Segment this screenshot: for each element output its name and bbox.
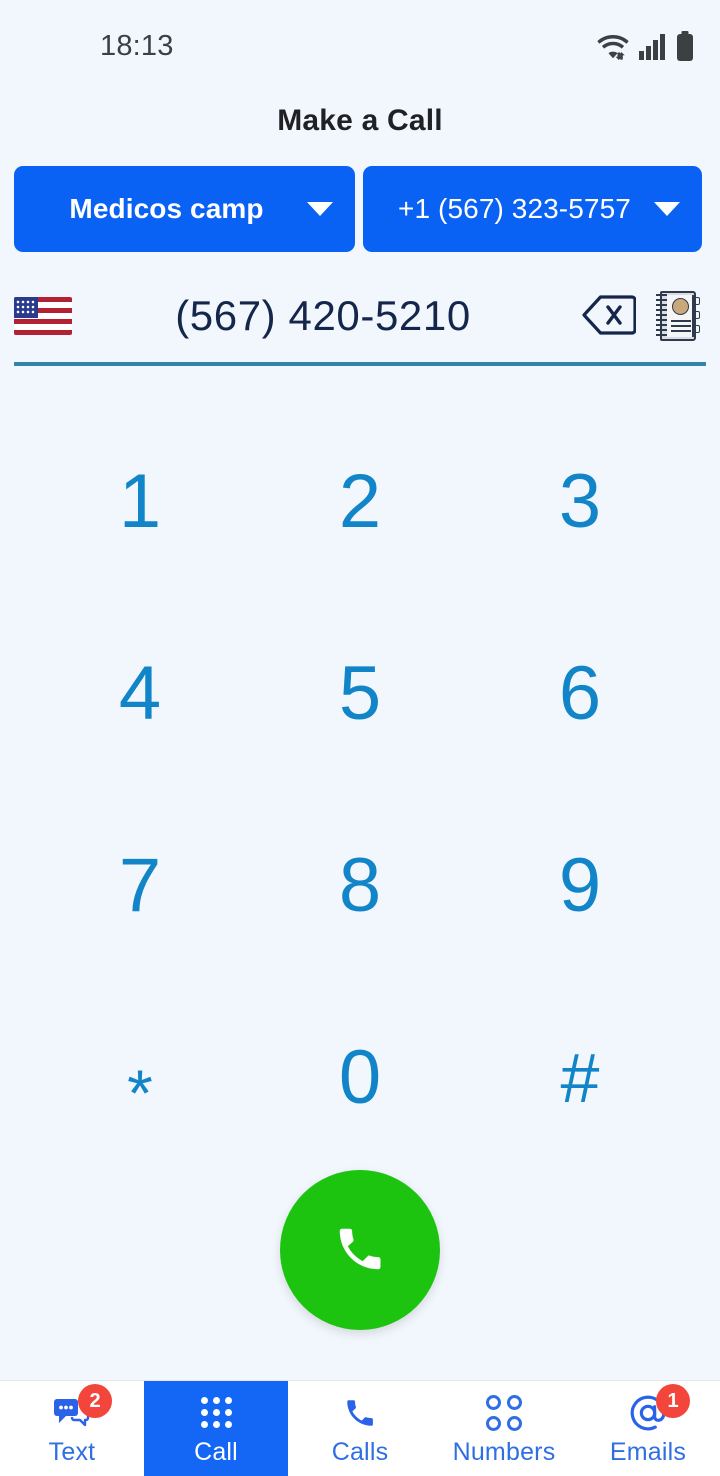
chevron-down-icon — [654, 202, 680, 216]
account-selector-label: Medicos camp — [69, 193, 264, 224]
backspace-icon — [582, 294, 637, 339]
wifi-icon — [596, 32, 630, 60]
keypad-key-4[interactable]: 4 — [30, 598, 250, 790]
page-title: Make a Call — [277, 104, 443, 137]
nav-badge-text: 2 — [78, 1384, 112, 1418]
status-bar: 18:13 — [0, 0, 720, 92]
nav-item-numbers[interactable]: Numbers — [432, 1381, 576, 1476]
nav-item-emails[interactable]: Emails 1 — [576, 1381, 720, 1476]
status-time: 18:13 — [100, 29, 174, 62]
nav-label-numbers: Numbers — [452, 1437, 556, 1466]
nav-label-text: Text — [48, 1437, 96, 1466]
keypad-key-hash[interactable]: # — [470, 982, 690, 1174]
caller-id-selector-label: +1 (567) 323-5757 — [398, 193, 631, 224]
keypad-key-5[interactable]: 5 — [250, 598, 470, 790]
call-button[interactable] — [280, 1170, 440, 1330]
keypad-key-9[interactable]: 9 — [470, 790, 690, 982]
phone-input-underline — [14, 362, 706, 366]
selector-row: Medicos camp +1 (567) 323-5757 — [0, 166, 720, 252]
four-circles-icon — [486, 1394, 522, 1431]
us-flag-icon[interactable] — [14, 297, 72, 335]
nav-label-calls: Calls — [331, 1437, 389, 1466]
call-button-container — [0, 1170, 720, 1330]
keypad-key-star[interactable]: * — [30, 982, 250, 1174]
address-book-icon[interactable] — [654, 291, 700, 341]
phone-handset-icon — [333, 1222, 387, 1279]
account-selector-dropdown[interactable]: Medicos camp — [14, 166, 355, 252]
phone-handset-icon — [343, 1395, 377, 1431]
chevron-down-icon — [307, 202, 333, 216]
nav-label-emails: Emails — [609, 1437, 687, 1466]
keypad-key-7[interactable]: 7 — [30, 790, 250, 982]
keypad-key-6[interactable]: 6 — [470, 598, 690, 790]
keypad-key-0[interactable]: 0 — [250, 982, 470, 1174]
keypad-key-1[interactable]: 1 — [30, 406, 250, 598]
nav-item-text[interactable]: Text 2 — [0, 1381, 144, 1476]
backspace-button[interactable] — [578, 285, 640, 347]
nav-label-call: Call — [194, 1437, 238, 1466]
caller-id-selector-dropdown[interactable]: +1 (567) 323-5757 — [363, 166, 702, 252]
nav-item-call[interactable]: Call — [144, 1381, 288, 1476]
phone-number-input-row: (567) 420-5210 — [0, 274, 720, 366]
keypad-key-3[interactable]: 3 — [470, 406, 690, 598]
keypad-key-8[interactable]: 8 — [250, 790, 470, 982]
nav-badge-emails: 1 — [656, 1384, 690, 1418]
dial-pad-icon — [200, 1395, 232, 1431]
status-icons — [596, 31, 694, 61]
battery-icon — [676, 31, 694, 61]
phone-number-value[interactable]: (567) 420-5210 — [72, 292, 578, 340]
bottom-navigation-bar: Text 2 Call Calls Numbers Emails 1 — [0, 1380, 720, 1476]
nav-item-calls[interactable]: Calls — [288, 1381, 432, 1476]
keypad-key-2[interactable]: 2 — [250, 406, 470, 598]
dial-pad: 1 2 3 4 5 6 7 8 9 * 0 # — [0, 406, 720, 1174]
cellular-signal-icon — [639, 32, 667, 60]
